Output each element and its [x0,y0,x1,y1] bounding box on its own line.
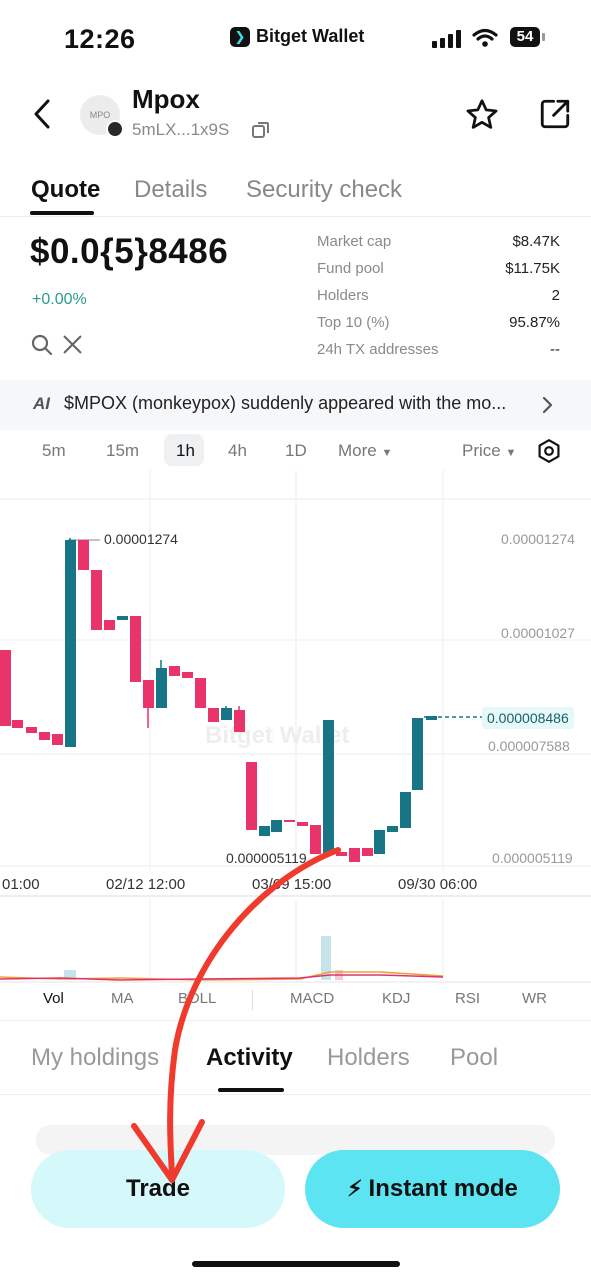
ai-icon: AI [33,394,50,413]
x-twitter-icon[interactable] [62,334,83,355]
candle-body [412,718,423,790]
token-address: 5mLX...1x9S [132,120,230,139]
candle-body [208,708,219,722]
candle-body [78,540,89,570]
candle-body [169,666,180,676]
back-arrow-icon[interactable] [30,98,56,130]
y-axis-label-1: 0.00001274 [501,531,575,547]
stat-value-top10: 95.87% [509,314,560,331]
stat-label-fund-pool: Fund pool [317,260,384,277]
price-mode-select[interactable]: Price ▼ [462,441,516,461]
candle-body [259,826,270,836]
interval-15m[interactable]: 15m [106,441,139,461]
candle-body [143,680,154,708]
stat-label-top10: Top 10 (%) [317,314,390,331]
stat-label-24h-tx: 24h TX addresses [317,341,439,358]
candle-body [182,672,193,678]
candle-body [104,620,115,630]
indicator-vol[interactable]: Vol [43,990,64,1007]
favorite-star-icon[interactable] [464,97,500,133]
x-axis-label-1: 01:00 [2,876,40,893]
cellular-signal-icon [432,30,461,48]
candle-body [26,727,37,733]
stat-value-24h-tx: -- [550,341,560,358]
candle-body [12,720,23,728]
stat-value-holders: 2 [551,287,560,304]
annotation-arrow [131,847,341,1183]
app-name-label: Bitget Wallet [256,26,365,46]
instant-mode-label: Instant mode [368,1175,518,1202]
stat-label-holders: Holders [317,287,369,304]
y-axis-label-2: 0.00001027 [501,625,575,641]
interval-4h[interactable]: 4h [228,441,247,461]
candle-body [400,792,411,828]
interval-1d[interactable]: 1D [285,441,307,461]
chart-high-label: 0.00001274 [104,531,178,547]
candle-body [39,732,50,740]
token-price: $0.0{5}8486 [30,232,229,271]
chart-settings-icon[interactable] [536,438,562,464]
tab-quote[interactable]: Quote [31,176,100,204]
home-indicator [192,1261,400,1267]
ai-banner-text: $MPOX (monkeypox) suddenly appeared with… [64,393,507,413]
wifi-icon [472,28,498,47]
tab-details[interactable]: Details [134,176,207,204]
indicator-kdj[interactable]: KDJ [382,990,410,1007]
y-axis-label-4: 0.000005119 [492,850,573,866]
indicator-wr[interactable]: WR [522,990,547,1007]
candle-body [221,708,232,720]
candle-body [65,540,76,747]
current-price-tag: 0.000008486 [482,707,574,729]
caret-down-icon: ▼ [381,447,393,459]
candle-body [271,820,282,832]
battery-cap [542,33,545,41]
price-mode-label: Price [462,441,501,460]
candle-body [117,616,128,620]
battery-icon: 54 [510,27,540,47]
candle-body [246,762,257,830]
candle-body [234,710,245,732]
tab-security-check[interactable]: Security check [246,176,402,204]
candle-body [52,734,63,745]
interval-5m[interactable]: 5m [42,441,66,461]
share-icon[interactable] [538,97,572,131]
x-axis-label-4: 09/30 06:00 [398,876,478,893]
interval-1h[interactable]: 1h [176,441,195,461]
stat-value-fund-pool: $11.75K [505,260,560,277]
status-app-name: ❯ Bitget Wallet [230,26,364,47]
bitget-logo-icon: ❯ [230,26,250,47]
chevron-right-icon[interactable] [540,396,554,414]
more-label: More [338,441,377,460]
interval-more[interactable]: More ▼ [338,441,392,461]
search-icon[interactable] [30,333,54,357]
chain-badge-icon [106,120,124,138]
status-time: 12:26 [64,24,136,54]
y-axis-label-3: 0.000007588 [488,738,570,754]
candle-body [297,822,308,826]
candle-body [323,720,334,854]
indicator-rsi[interactable]: RSI [455,990,480,1007]
candle-body [387,826,398,832]
token-name: Mpox [132,84,200,114]
divider [0,216,591,217]
price-change: +0.00% [32,291,87,308]
candle-body [362,848,373,856]
stat-label-market-cap: Market cap [317,233,392,250]
caret-down-icon: ▼ [505,447,517,459]
candle-body [156,668,167,708]
tab-pool[interactable]: Pool [450,1044,498,1072]
candle-body [91,570,102,630]
candle-body [195,678,206,708]
candle-body [374,830,385,854]
candle-body [284,820,295,822]
stat-value-market-cap: $8.47K [512,233,560,250]
candle-body [130,616,141,682]
candle-body [0,650,11,726]
copy-icon[interactable] [252,121,270,139]
tab-active-indicator [30,211,94,215]
